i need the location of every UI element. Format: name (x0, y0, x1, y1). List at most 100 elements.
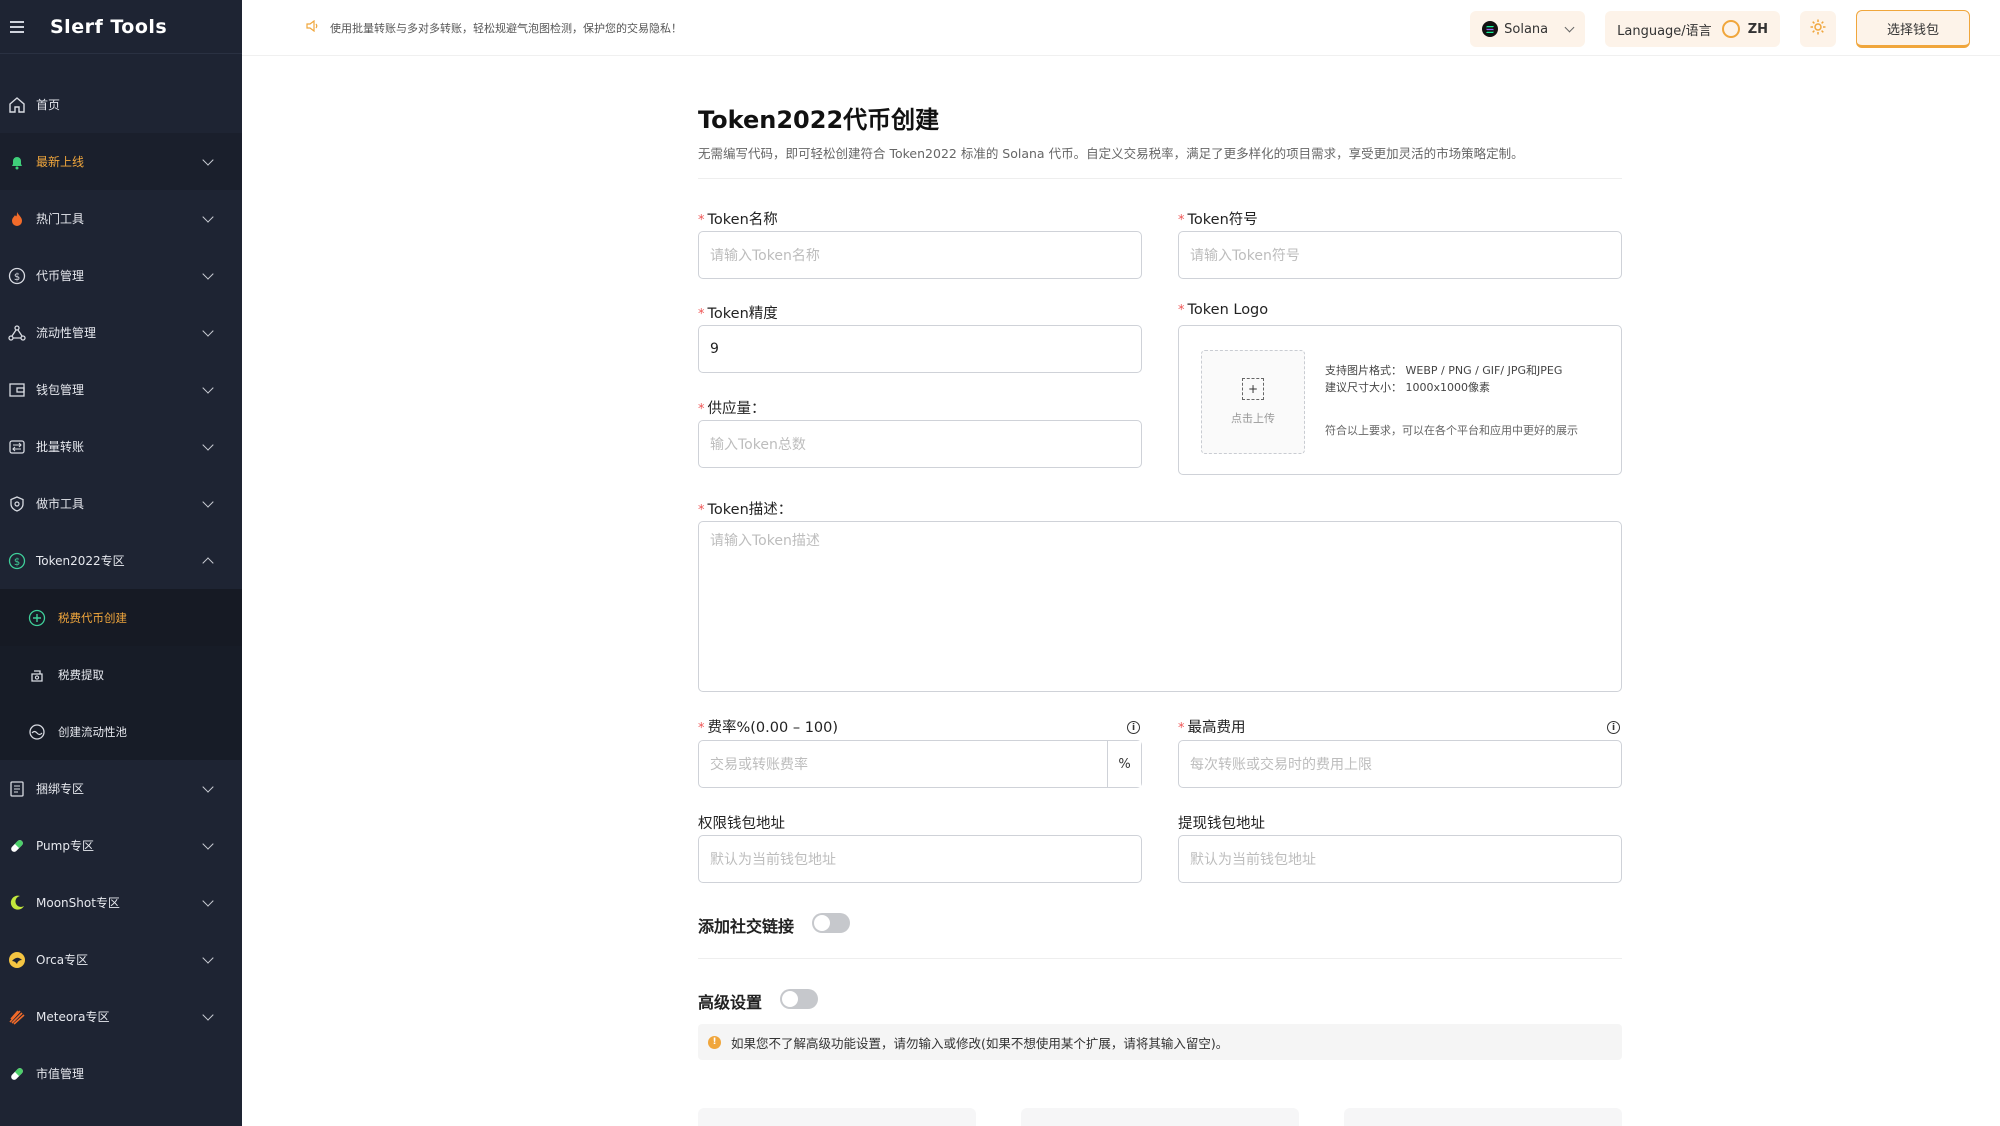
token-symbol-label: * Token符号 (1178, 212, 1258, 228)
sidebar-item-label: 市值管理 (36, 1067, 85, 1081)
home-icon (8, 96, 26, 114)
sidebar-item-pump[interactable]: Pump专区 (0, 817, 242, 874)
gear-icon (1809, 18, 1827, 40)
plus-icon: + (1242, 378, 1264, 400)
language-selector[interactable]: Language/语言 ZH (1605, 11, 1780, 47)
chevron-down-icon (202, 210, 214, 223)
token2022-coin-icon: $ (8, 552, 26, 570)
shield-icon (8, 495, 26, 513)
sidebar-item-label: Pump专区 (36, 839, 94, 853)
notice-text: 使用批量转账与多对多转账，轻松规避气泡图检测，保护您的交易隐私！ (330, 21, 682, 35)
notice-bar: 使用批量转账与多对多转账，轻松规避气泡图检测，保护您的交易隐私！ (306, 19, 682, 36)
advanced-settings-toggle[interactable] (780, 989, 818, 1009)
info-icon[interactable]: i (1127, 721, 1140, 734)
moon-icon (8, 894, 26, 912)
app-logo[interactable]: Slerf Tools (50, 16, 167, 38)
sidebar-item-wallet-mgmt[interactable]: 钱包管理 (0, 361, 242, 418)
bell-icon (8, 153, 26, 171)
meteora-icon (8, 1008, 26, 1026)
chevron-down-icon (202, 153, 214, 166)
svg-text:$: $ (14, 272, 20, 283)
logo-upload-button[interactable]: + 点击上传 (1201, 350, 1305, 454)
percent-suffix: % (1107, 741, 1141, 787)
dollar-coin-icon: $ (8, 267, 26, 285)
chevron-down-icon (202, 495, 214, 508)
sidebar-item-home[interactable]: 首页 (0, 76, 242, 133)
fee-rate-label: * 费率%(0.00 – 100) (698, 720, 839, 736)
max-fee-input[interactable]: 每次转账或交易时的费用上限 (1178, 740, 1622, 788)
token-supply-label: * 供应量： (698, 401, 766, 417)
sidebar-header: Slerf Tools (0, 0, 242, 54)
fee-rate-input[interactable]: 交易或转账费率 % (698, 740, 1142, 788)
clipboard-icon (8, 780, 26, 798)
token-logo-box: + 点击上传 支持图片格式： WEBP / PNG / GIF/ JPG和JPE… (1178, 325, 1622, 475)
sidebar-item-label: 钱包管理 (36, 383, 85, 397)
warning-icon: ! (708, 1035, 721, 1049)
chevron-down-icon (202, 837, 214, 850)
chevron-down-icon (202, 267, 214, 280)
social-links-label: 添加社交链接 (698, 917, 795, 936)
sidebar-item-new[interactable]: 最新上线 (0, 133, 242, 190)
wallet-icon (8, 381, 26, 399)
sidebar-item-token-mgmt[interactable]: $ 代币管理 (0, 247, 242, 304)
token-decimals-input[interactable]: 9 (698, 325, 1142, 373)
withdraw-icon (28, 666, 46, 684)
sidebar-item-label: MoonShot专区 (36, 896, 120, 910)
chevron-down-icon (202, 951, 214, 964)
speaker-icon (306, 19, 320, 35)
extension-card[interactable] (1021, 1108, 1299, 1126)
sidebar-subitem-create-pool[interactable]: 创建流动性池 (0, 703, 242, 760)
upload-size: 建议尺寸大小： 1000x1000像素 (1325, 381, 1490, 394)
advanced-settings-label: 高级设置 (698, 993, 763, 1012)
sidebar-item-label: 捆绑专区 (36, 782, 85, 796)
select-wallet-button[interactable]: 选择钱包 (1856, 10, 1970, 48)
authority-wallet-input[interactable]: 默认为当前钱包地址 (698, 835, 1142, 883)
sidebar-item-orca[interactable]: Orca专区 (0, 931, 242, 988)
extension-card[interactable] (698, 1108, 976, 1126)
sidebar-item-label: Meteora专区 (36, 1010, 110, 1024)
advanced-warning-text: 如果您不了解高级功能设置，请勿输入或修改(如果不想使用某个扩展，请将其输入留空)… (731, 1035, 1229, 1051)
info-icon[interactable]: i (1607, 721, 1620, 734)
advanced-warning-alert: ! 如果您不了解高级功能设置，请勿输入或修改(如果不想使用某个扩展，请将其输入留… (698, 1024, 1622, 1060)
divider (698, 958, 1622, 959)
chevron-down-icon (202, 894, 214, 907)
menu-toggle-icon[interactable] (10, 20, 26, 33)
plus-hexagon-icon (28, 609, 46, 627)
sidebar-item-market-making[interactable]: 做市工具 (0, 475, 242, 532)
sidebar-item-market-cap[interactable]: 市值管理 (0, 1045, 242, 1102)
sidebar-item-label: 流动性管理 (36, 326, 97, 340)
sidebar-item-label: 代币管理 (36, 269, 85, 283)
sidebar-item-label: 最新上线 (36, 155, 85, 169)
sidebar-item-label: 首页 (36, 98, 61, 112)
token-supply-input[interactable]: 输入Token总数 (698, 420, 1142, 468)
token-description-label: * Token描述： (698, 502, 793, 518)
sidebar-subitem-tax-token-create[interactable]: 税费代币创建 (0, 589, 242, 646)
sidebar-subitem-tax-withdraw[interactable]: 税费提取 (0, 646, 242, 703)
token-name-input[interactable]: 请输入Token名称 (698, 231, 1142, 279)
orca-icon (8, 951, 26, 969)
upload-requirements: 支持图片格式： WEBP / PNG / GIF/ JPG和JPEG 建议尺寸大… (1325, 362, 1562, 396)
transfer-icon (8, 438, 26, 456)
sidebar-item-hot-tools[interactable]: 热门工具 (0, 190, 242, 247)
sidebar-item-liquidity[interactable]: 流动性管理 (0, 304, 242, 361)
token-create-form: * Token名称 请输入Token名称 * Token符号 请输入Token符号 … (698, 0, 1622, 1126)
token-symbol-input[interactable]: 请输入Token符号 (1178, 231, 1622, 279)
token-logo-label: * Token Logo (1178, 302, 1269, 318)
fee-rate-placeholder: 交易或转账费率 (710, 757, 808, 773)
withdraw-wallet-input[interactable]: 默认为当前钱包地址 (1178, 835, 1622, 883)
sidebar-item-meteora[interactable]: Meteora专区 (0, 988, 242, 1045)
sidebar-item-moonshot[interactable]: MoonShot专区 (0, 874, 242, 931)
sidebar-item-batch-transfer[interactable]: 批量转账 (0, 418, 242, 475)
upload-label: 点击上传 (1231, 412, 1275, 425)
sidebar-item-token2022[interactable]: $ Token2022专区 (0, 532, 242, 589)
social-links-toggle[interactable] (812, 913, 850, 933)
sidebar-item-label: Token2022专区 (36, 554, 125, 568)
network-icon (8, 324, 26, 342)
authority-wallet-label: 权限钱包地址 (698, 816, 785, 832)
sidebar-subitem-label: 创建流动性池 (58, 724, 127, 739)
sidebar-item-bundle[interactable]: 捆绑专区 (0, 760, 242, 817)
sidebar-subitem-label: 税费提取 (58, 667, 104, 682)
settings-button[interactable] (1800, 11, 1836, 47)
extension-card[interactable] (1344, 1108, 1622, 1126)
token-description-textarea[interactable]: 请输入Token描述 (698, 521, 1622, 692)
